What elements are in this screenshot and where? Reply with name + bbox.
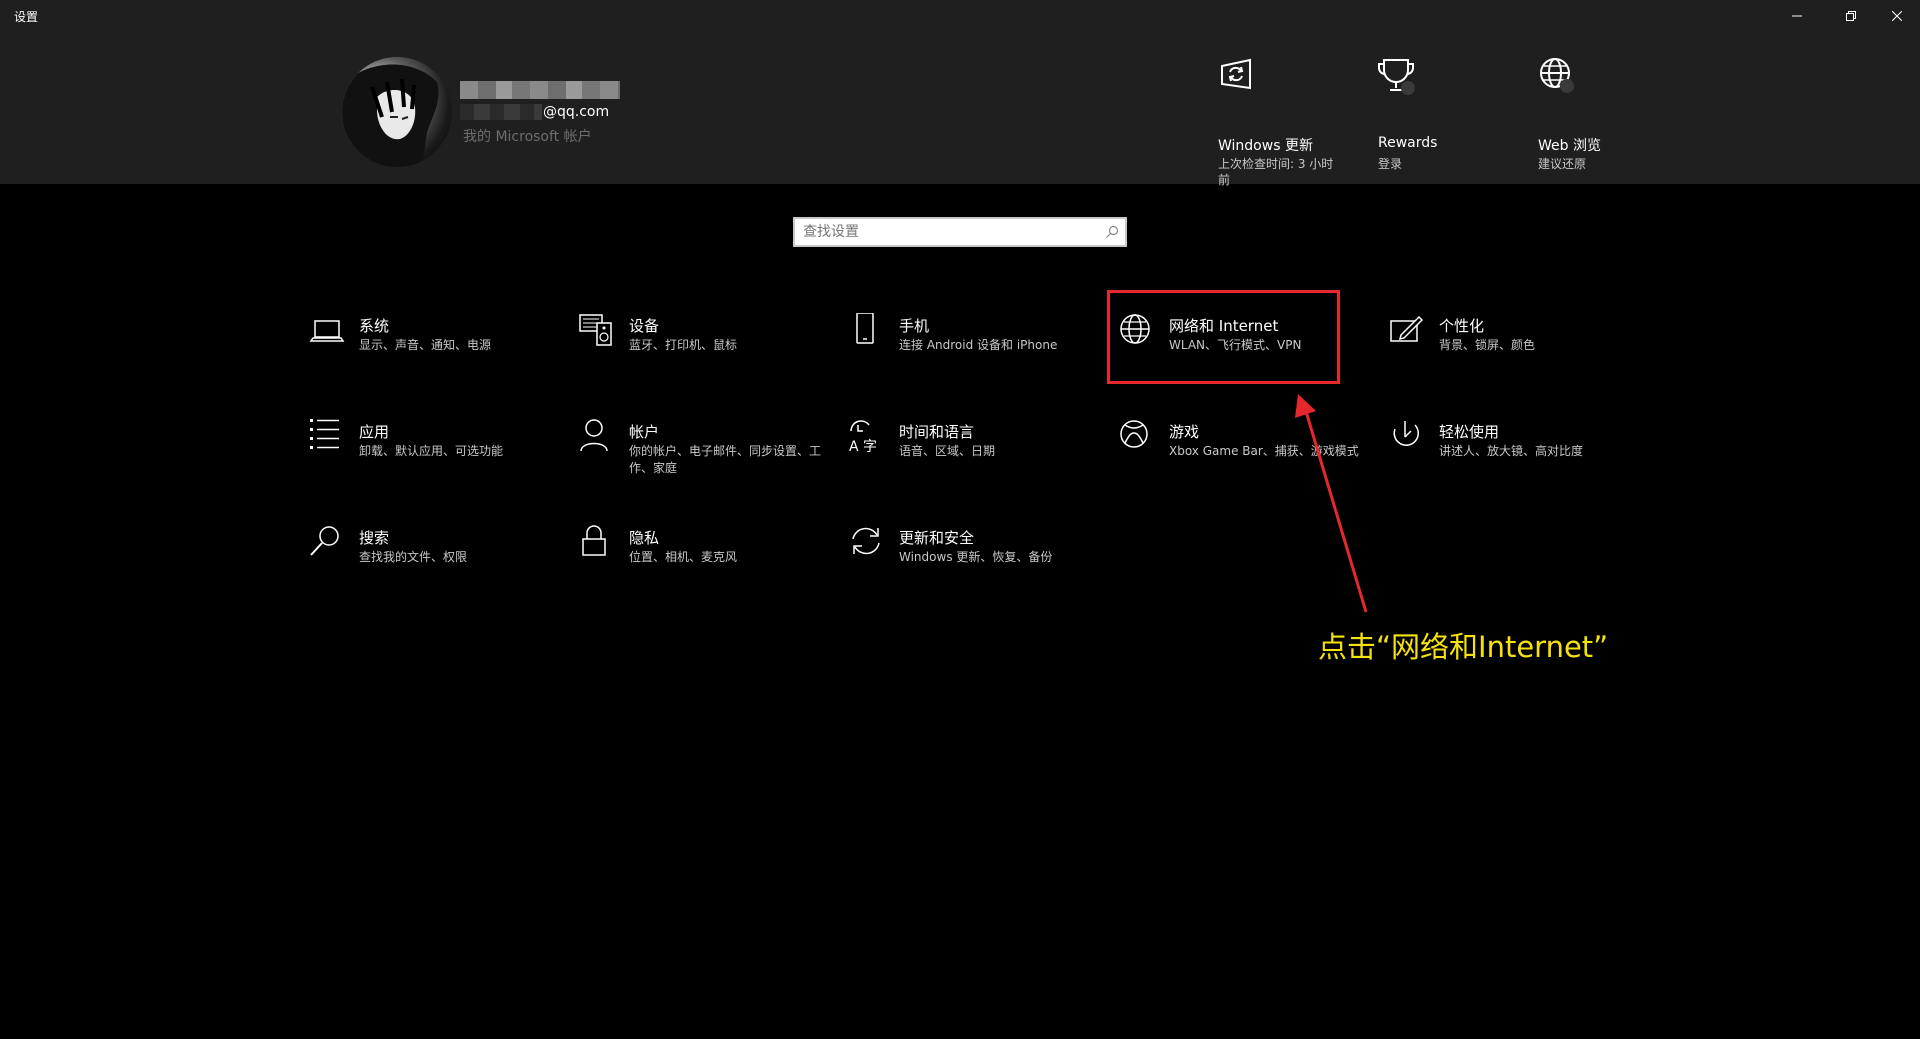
annotation-text: 点击“网络和Internet” bbox=[1318, 630, 1609, 664]
annotation-arrow bbox=[1295, 394, 1368, 613]
